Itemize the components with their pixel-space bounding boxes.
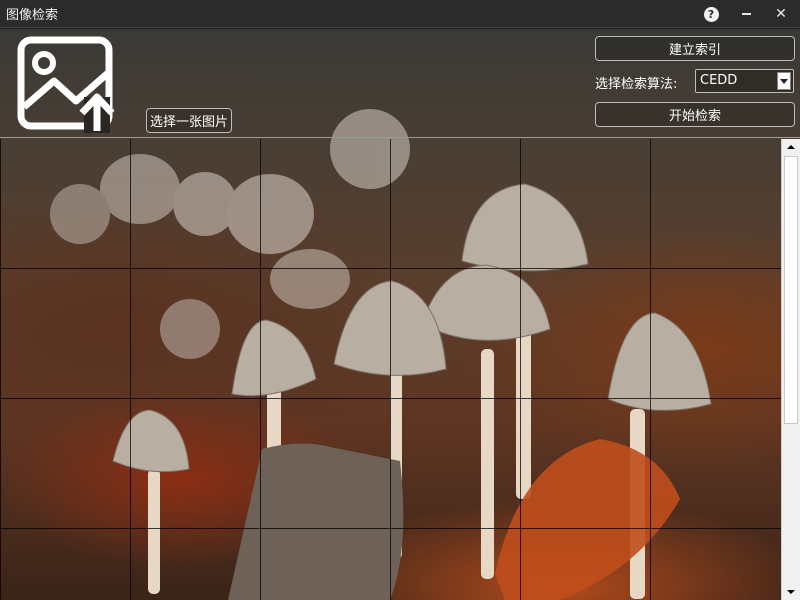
arrow-down-icon	[787, 590, 795, 594]
window-title: 图像检索	[6, 8, 59, 23]
image-upload-icon[interactable]	[16, 35, 116, 133]
scroll-up-button[interactable]	[782, 139, 800, 155]
grid-line	[520, 139, 521, 600]
results-grid	[0, 139, 781, 600]
grid-line	[130, 139, 131, 600]
grid-line	[650, 139, 651, 600]
grid-line	[0, 268, 781, 269]
title-bar: 图像检索 ? ✕	[0, 0, 800, 28]
chevron-down-icon	[780, 78, 788, 84]
grid-line	[260, 139, 261, 600]
close-button[interactable]: ✕	[764, 0, 798, 28]
algorithm-label: 选择检索算法:	[595, 77, 678, 92]
start-search-button[interactable]: 开始检索	[595, 102, 795, 127]
minimize-icon	[741, 13, 751, 15]
grid-line	[0, 528, 781, 529]
scroll-thumb[interactable]	[784, 156, 798, 424]
choose-image-button[interactable]: 选择一张图片	[146, 108, 232, 133]
grid-line	[0, 398, 781, 399]
help-button[interactable]: ?	[694, 0, 728, 28]
help-icon: ?	[703, 6, 719, 22]
header-panel: 选择一张图片 建立索引 选择检索算法: CEDD 开始检索	[0, 29, 800, 138]
close-icon: ✕	[775, 6, 787, 22]
vertical-scrollbar[interactable]	[781, 139, 800, 600]
build-index-button[interactable]: 建立索引	[595, 36, 795, 61]
algorithm-selected-value: CEDD	[700, 73, 738, 88]
arrow-up-icon	[787, 145, 795, 149]
dropdown-button[interactable]	[777, 72, 791, 90]
minimize-button[interactable]	[729, 0, 763, 28]
scroll-down-button[interactable]	[782, 584, 800, 600]
grid-line	[390, 139, 391, 600]
grid-line	[0, 139, 1, 600]
algorithm-select[interactable]: CEDD	[695, 69, 794, 93]
